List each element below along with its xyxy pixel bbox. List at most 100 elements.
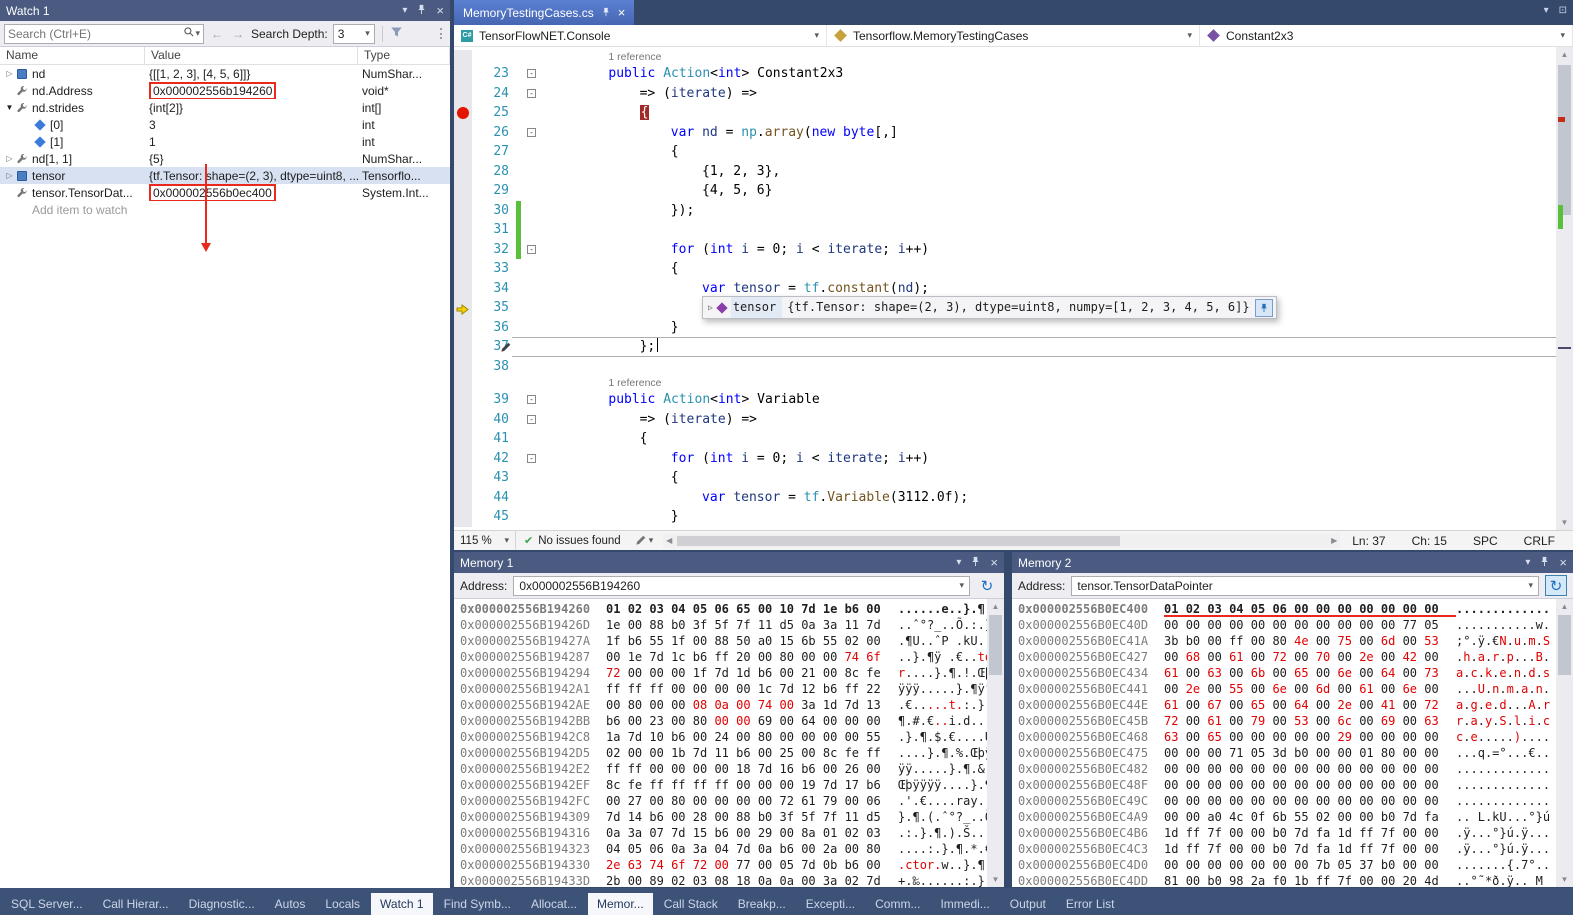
refresh-icon[interactable]: ↻ bbox=[1545, 575, 1567, 596]
memory-bytes[interactable]: 3b b0 00 ff 00 80 4e 00 75 00 6d 00 53 bbox=[1164, 633, 1456, 649]
watch-row-value-cell[interactable]: {tf.Tensor: shape=(2, 3), dtype=uint8, .… bbox=[145, 167, 358, 184]
collapse-region-icon[interactable]: - bbox=[527, 415, 536, 424]
glyph-margin[interactable] bbox=[454, 318, 472, 338]
glyph-margin[interactable] bbox=[454, 240, 472, 260]
expander-collapsed-icon[interactable]: ▷ bbox=[3, 154, 16, 163]
watch-row[interactable]: [0]3int bbox=[0, 116, 450, 133]
editor-vertical-scrollbar[interactable]: ▲ ▼ bbox=[1556, 47, 1573, 530]
memory-bytes[interactable]: 00 80 00 00 08 0a 00 74 00 3a 1d 7d 13 bbox=[606, 697, 898, 713]
glyph-margin[interactable] bbox=[454, 507, 472, 527]
toolbar-overflow-grip[interactable] bbox=[440, 28, 444, 39]
tool-window-tab[interactable]: Diagnostic... bbox=[180, 893, 264, 915]
memory-bytes[interactable]: 0a 3a 07 7d 15 b6 00 29 00 8a 01 02 03 bbox=[606, 825, 898, 841]
collapse-region-icon[interactable]: - bbox=[527, 454, 536, 463]
search-options-icon[interactable]: ▾ bbox=[195, 28, 200, 39]
window-position-icon[interactable]: ▾ bbox=[1525, 557, 1530, 568]
memory-bytes[interactable]: 72 00 61 00 79 00 53 00 6c 00 69 00 63 bbox=[1164, 713, 1456, 729]
search-input[interactable]: ▾ bbox=[4, 24, 204, 44]
glyph-margin[interactable] bbox=[454, 357, 472, 377]
search-prev-icon[interactable]: ← bbox=[209, 27, 225, 41]
memory-bytes[interactable]: 02 00 00 1b 7d 11 b6 00 25 00 8c fe ff bbox=[606, 745, 898, 761]
expander-collapsed-icon[interactable]: ▷ bbox=[3, 69, 16, 78]
refresh-icon[interactable]: ↻ bbox=[976, 575, 998, 596]
memory-bytes[interactable]: 00 00 00 00 00 00 00 7b 05 37 b0 00 00 bbox=[1164, 857, 1456, 873]
collapse-region-icon[interactable]: - bbox=[527, 69, 536, 78]
glyph-margin[interactable] bbox=[454, 201, 472, 221]
breadcrumb-item-class[interactable]: Tensorflow.MemoryTestingCases▾ bbox=[827, 25, 1200, 46]
scrollbar-thumb[interactable] bbox=[677, 536, 1120, 546]
memory-bytes[interactable]: 2b 00 89 02 03 08 18 0a 0a 00 3a 02 7d bbox=[606, 873, 898, 887]
expander-collapsed-icon[interactable]: ▷ bbox=[3, 171, 16, 180]
memory-bytes[interactable]: b6 00 23 00 80 00 00 69 00 64 00 00 00 bbox=[606, 713, 898, 729]
glyph-margin[interactable] bbox=[454, 64, 472, 84]
watch-row[interactable]: ▷nd[1, 1]{5}NumShar... bbox=[0, 150, 450, 167]
glyph-margin[interactable] bbox=[454, 298, 472, 318]
glyph-margin[interactable] bbox=[454, 337, 472, 357]
collapse-region-icon[interactable]: - bbox=[527, 395, 536, 404]
close-icon[interactable]: × bbox=[1559, 555, 1567, 570]
memory2-scrollbar[interactable]: ▲ ▼ bbox=[1556, 599, 1573, 887]
glyph-margin[interactable] bbox=[454, 488, 472, 508]
tool-window-tab[interactable]: Find Symb... bbox=[435, 893, 520, 915]
memory-bytes[interactable]: 00 27 00 80 00 00 00 00 72 61 79 00 06 bbox=[606, 793, 898, 809]
watch-row-value-cell[interactable]: {5} bbox=[145, 150, 358, 167]
watch-row[interactable]: [1]1int bbox=[0, 133, 450, 150]
watch-row[interactable]: ▷tensor{tf.Tensor: shape=(2, 3), dtype=u… bbox=[0, 167, 450, 184]
breadcrumb-item-method[interactable]: Constant2x3▾ bbox=[1200, 25, 1573, 46]
document-health-indicator[interactable]: ✔ No issues found bbox=[516, 534, 629, 547]
search-text-field[interactable] bbox=[8, 27, 183, 41]
memory-bytes[interactable]: 7d 14 b6 00 28 00 88 b0 3f 5f 7f 11 d5 bbox=[606, 809, 898, 825]
memory-bytes[interactable]: 04 05 06 0a 3a 04 7d 0a b6 00 2a 00 80 bbox=[606, 841, 898, 857]
memory-bytes[interactable]: 72 00 00 00 1f 7d 1d b6 00 21 00 8c fe bbox=[606, 665, 898, 681]
scroll-down-icon[interactable]: ▼ bbox=[1556, 515, 1573, 530]
scrollbar-thumb[interactable] bbox=[989, 615, 1002, 675]
expander-collapsed-icon[interactable]: ▷ bbox=[708, 298, 713, 318]
memory-bytes[interactable]: 81 00 b0 98 2a f0 1b ff 7f 00 00 20 4d bbox=[1164, 873, 1456, 887]
scroll-up-icon[interactable]: ▲ bbox=[987, 599, 1004, 614]
document-tab[interactable]: MemoryTestingCases.cs × bbox=[454, 0, 634, 25]
glyph-margin[interactable] bbox=[454, 429, 472, 449]
tool-window-tab[interactable]: Output bbox=[1001, 893, 1055, 915]
memory-bytes[interactable]: 00 68 00 61 00 72 00 70 00 2e 00 42 00 bbox=[1164, 649, 1456, 665]
filter-icon[interactable] bbox=[390, 26, 403, 41]
glyph-margin[interactable] bbox=[454, 279, 472, 299]
tool-window-tab[interactable]: Comm... bbox=[866, 893, 929, 915]
memory-bytes[interactable]: 1d ff 7f 00 00 b0 7d fa 1d ff 7f 00 00 bbox=[1164, 825, 1456, 841]
chevron-down-icon[interactable]: ▾ bbox=[814, 30, 819, 41]
pin-icon[interactable] bbox=[416, 4, 427, 18]
tab-close-icon[interactable]: × bbox=[618, 5, 626, 20]
pin-icon[interactable] bbox=[1539, 556, 1550, 570]
window-position-icon[interactable]: ▾ bbox=[956, 557, 961, 568]
chevron-down-icon[interactable]: ▾ bbox=[1560, 30, 1565, 41]
memory-bytes[interactable]: 1e 00 88 b0 3f 5f 7f 11 d5 0a 3a 11 7d bbox=[606, 617, 898, 633]
glyph-margin[interactable] bbox=[454, 103, 472, 123]
eol-indicator[interactable]: CRLF bbox=[1524, 534, 1555, 548]
memory-bytes[interactable]: 01 02 03 04 05 06 00 00 00 00 00 00 00 bbox=[1164, 601, 1456, 617]
glyph-margin[interactable] bbox=[454, 449, 472, 469]
watch-row-value-cell[interactable]: 0x000002556b0ec400 bbox=[145, 184, 358, 201]
memory-bytes[interactable]: 61 00 67 00 65 00 64 00 2e 00 41 00 72 bbox=[1164, 697, 1456, 713]
memory-bytes[interactable]: 00 1e 7d 1c b6 ff 20 00 80 00 00 74 6f bbox=[606, 649, 898, 665]
zoom-select[interactable]: 115 % ▾ bbox=[454, 531, 516, 550]
tool-window-tab[interactable]: Locals bbox=[316, 893, 369, 915]
tool-window-tab[interactable]: Breakp... bbox=[729, 893, 795, 915]
tool-window-tab[interactable]: Immedi... bbox=[931, 893, 998, 915]
scrollbar-thumb[interactable] bbox=[1558, 65, 1571, 215]
watch-row-value-cell[interactable]: 0x000002556b194260 bbox=[145, 82, 358, 99]
column-header-name[interactable]: Name bbox=[0, 47, 145, 64]
memory-bytes[interactable]: 00 00 00 00 00 00 00 00 00 00 00 77 05 bbox=[1164, 617, 1456, 633]
watch-row-value-cell[interactable]: {int[2]} bbox=[145, 99, 358, 116]
memory-bytes[interactable]: 00 00 00 71 05 3d b0 00 00 01 80 00 00 bbox=[1164, 745, 1456, 761]
watch-row[interactable]: tensor.TensorDat...0x000002556b0ec400Sys… bbox=[0, 184, 450, 201]
watch-row[interactable]: ▷nd{[[1, 2, 3], [4, 5, 6]]}NumShar... bbox=[0, 65, 450, 82]
memory-bytes[interactable]: 63 00 65 00 00 00 00 00 29 00 00 00 00 bbox=[1164, 729, 1456, 745]
memory-bytes[interactable]: 00 00 00 00 00 00 00 00 00 00 00 00 00 bbox=[1164, 761, 1456, 777]
memory-bytes[interactable]: 1d ff 7f 00 00 b0 7d fa 1d ff 7f 00 00 bbox=[1164, 841, 1456, 857]
pin-icon[interactable] bbox=[970, 556, 981, 570]
memory-bytes[interactable]: ff ff ff 00 00 00 00 1c 7d 12 b6 ff 22 bbox=[606, 681, 898, 697]
datatip-popup[interactable]: ▷tensor{tf.Tensor: shape=(2, 3), dtype=u… bbox=[702, 296, 1277, 319]
collapse-region-icon[interactable]: - bbox=[527, 89, 536, 98]
tool-window-tab[interactable]: Allocat... bbox=[522, 893, 586, 915]
glyph-margin[interactable] bbox=[454, 376, 472, 390]
chevron-down-icon[interactable]: ▾ bbox=[959, 580, 964, 591]
